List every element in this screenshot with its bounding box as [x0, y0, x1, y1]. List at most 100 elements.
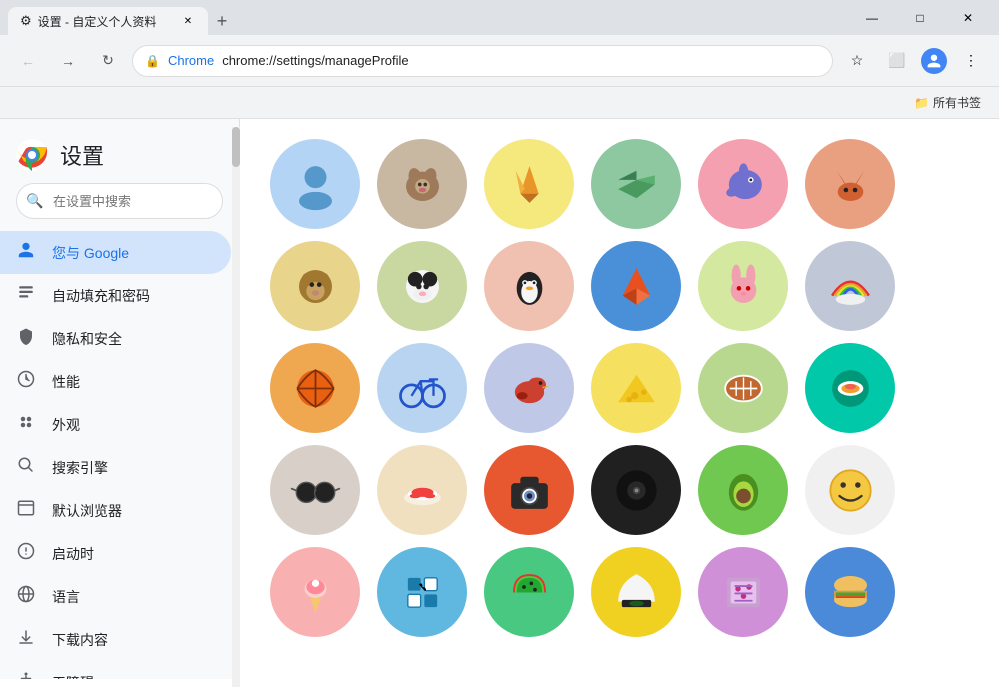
sidebar-item-accessibility[interactable]: 无障碍	[0, 661, 231, 679]
settings-search-input[interactable]	[16, 183, 223, 219]
sidebar-item-browser[interactable]: 默认浏览器	[0, 489, 231, 532]
settings-search-box[interactable]: 🔍	[16, 183, 223, 219]
avatar-basketball[interactable]	[270, 343, 360, 433]
avatar-monkey[interactable]	[270, 241, 360, 331]
address-lock-icon: 🔒	[145, 54, 160, 68]
settings-sidebar: 设置 🔍 您与 Google 自动填充和密码	[0, 119, 240, 679]
avatar-grid	[240, 119, 999, 657]
avatar-rice-ball[interactable]	[591, 547, 681, 637]
sidebar-item-autofill[interactable]: 自动填充和密码	[0, 274, 231, 317]
sidebar-item-google-label: 您与 Google	[52, 243, 129, 263]
avatar-sunglasses[interactable]	[270, 445, 360, 535]
sidebar-header: 设置	[0, 119, 239, 183]
forward-button[interactable]: →	[52, 45, 84, 77]
language-nav-icon	[16, 585, 36, 608]
avatar-watermelon[interactable]	[484, 547, 574, 637]
avatar-bird[interactable]	[484, 343, 574, 433]
avatar-vinyl[interactable]	[591, 445, 681, 535]
sidebar-item-language[interactable]: 语言	[0, 575, 231, 618]
bookmarks-folder-icon: 📁	[914, 96, 929, 110]
appearance-nav-icon	[16, 413, 36, 436]
sidebar-scrollbar-thumb[interactable]	[232, 127, 240, 167]
content-area	[240, 119, 999, 679]
avatar-fox-origami[interactable]	[484, 139, 574, 229]
address-url: chrome://settings/manageProfile	[222, 53, 820, 68]
menu-button[interactable]: ⋮	[955, 45, 987, 77]
chrome-logo-icon	[16, 139, 48, 171]
sidebar-item-search[interactable]: 搜索引擎	[0, 446, 231, 489]
google-nav-icon	[16, 241, 36, 264]
avatar-rabbit[interactable]	[698, 241, 788, 331]
sidebar-item-appearance[interactable]: 外观	[0, 403, 231, 446]
navbar: ← → ↻ 🔒 Chrome chrome://settings/manageP…	[0, 35, 999, 87]
sidebar-item-startup-label: 启动时	[52, 544, 94, 564]
sidebar-item-browser-label: 默认浏览器	[52, 501, 122, 521]
avatar-pizza[interactable]	[698, 547, 788, 637]
bookmarks-label: 所有书签	[933, 94, 981, 111]
active-tab[interactable]: ⚙ 设置 - 自定义个人资料 ✕	[8, 7, 208, 35]
avatar-panda[interactable]	[377, 241, 467, 331]
avatar-person[interactable]	[270, 139, 360, 229]
refresh-button[interactable]: ↻	[92, 45, 124, 77]
avatar-rainbow[interactable]	[805, 241, 895, 331]
back-button[interactable]: ←	[12, 45, 44, 77]
sidebar-item-google[interactable]: 您与 Google	[0, 231, 231, 274]
avatar-dog[interactable]	[377, 139, 467, 229]
avatar-sandwich[interactable]	[805, 547, 895, 637]
minimize-button[interactable]: —	[849, 0, 895, 35]
sidebar-item-performance[interactable]: 性能	[0, 360, 231, 403]
avatar-football[interactable]	[698, 343, 788, 433]
avatar-avocado[interactable]	[698, 445, 788, 535]
privacy-nav-icon	[16, 327, 36, 350]
sidebar-item-privacy-label: 隐私和安全	[52, 329, 122, 349]
search-nav-icon	[16, 456, 36, 479]
tab-bar: ⚙ 设置 - 自定义个人资料 ✕ +	[8, 0, 845, 35]
profile-avatar[interactable]	[921, 48, 947, 74]
new-tab-button[interactable]: +	[208, 7, 236, 35]
window-controls: — □ ✕	[849, 0, 991, 35]
bookmark-button[interactable]: ☆	[841, 45, 873, 77]
avatar-fox-origami2[interactable]	[591, 241, 681, 331]
sidebar-item-accessibility-label: 无障碍	[52, 673, 94, 680]
sidebar-scrollbar-track	[232, 127, 240, 687]
address-brand: Chrome	[168, 53, 214, 68]
sidebar-item-language-label: 语言	[52, 587, 80, 607]
tab-title: 设置 - 自定义个人资料	[38, 13, 157, 30]
avatar-puzzle[interactable]	[377, 547, 467, 637]
maximize-button[interactable]: □	[897, 0, 943, 35]
avatar-cheese[interactable]	[591, 343, 681, 433]
sidebar-item-download-label: 下载内容	[52, 630, 108, 650]
sidebar-item-autofill-label: 自动填充和密码	[52, 286, 150, 306]
sidebar-item-privacy[interactable]: 隐私和安全	[0, 317, 231, 360]
all-bookmarks-item[interactable]: 📁 所有书签	[908, 92, 987, 113]
accessibility-nav-icon	[16, 671, 36, 679]
avatar-smiley[interactable]	[805, 445, 895, 535]
sidebar-item-startup[interactable]: 启动时	[0, 532, 231, 575]
autofill-nav-icon	[16, 284, 36, 307]
download-nav-icon	[16, 628, 36, 651]
sidebar-item-search-label: 搜索引擎	[52, 458, 108, 478]
avatar-sushi[interactable]	[377, 445, 467, 535]
address-bar[interactable]: 🔒 Chrome chrome://settings/manageProfile	[132, 45, 833, 77]
avatar-penguin[interactable]	[484, 241, 574, 331]
tab-close-button[interactable]: ✕	[180, 13, 196, 29]
avatar-fox[interactable]	[805, 139, 895, 229]
sidebar-button[interactable]: ⬜	[881, 45, 913, 77]
settings-nav: 您与 Google 自动填充和密码 隐私和安全 性能	[0, 231, 239, 679]
avatar-icecream[interactable]	[270, 547, 360, 637]
avatar-sushi-plate[interactable]	[805, 343, 895, 433]
sidebar-item-performance-label: 性能	[52, 372, 80, 392]
startup-nav-icon	[16, 542, 36, 565]
tab-favicon: ⚙	[20, 13, 32, 29]
avatar-croc-origami[interactable]	[591, 139, 681, 229]
titlebar: ⚙ 设置 - 自定义个人资料 ✕ + — □ ✕	[0, 0, 999, 35]
close-window-button[interactable]: ✕	[945, 0, 991, 35]
avatar-camera[interactable]	[484, 445, 574, 535]
bookmarks-bar: 📁 所有书签	[0, 87, 999, 119]
main-container: 设置 🔍 您与 Google 自动填充和密码	[0, 119, 999, 679]
performance-nav-icon	[16, 370, 36, 393]
sidebar-item-download[interactable]: 下载内容	[0, 618, 231, 661]
avatar-elephant[interactable]	[698, 139, 788, 229]
avatar-bicycle[interactable]	[377, 343, 467, 433]
search-icon: 🔍	[26, 193, 43, 210]
